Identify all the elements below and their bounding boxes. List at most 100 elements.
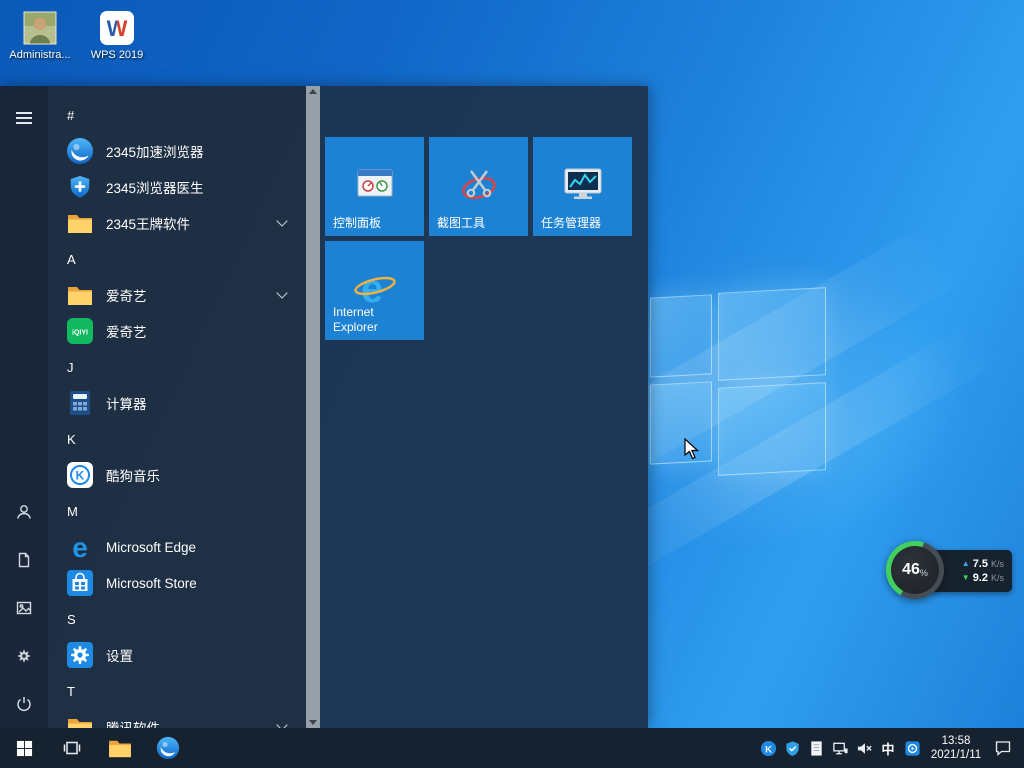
svg-text:W: W [107,16,128,41]
tile-internet-explorer[interactable]: e Internet Explorer [325,241,424,340]
taskbar: K [0,728,1024,768]
picture-icon [15,599,33,617]
section-letter: J [67,360,74,375]
kugou-tray-button[interactable]: K [756,728,780,768]
windows-logo-pane [718,287,826,381]
app-label: 2345王牌软件 [106,213,190,233]
store-icon [66,569,94,597]
power-button[interactable] [0,680,48,728]
2345-browser-button[interactable] [144,728,192,768]
file-explorer-button[interactable] [96,728,144,768]
app-section-header-hash[interactable]: # [48,97,306,133]
power-icon [15,695,33,713]
shield-plus-icon [66,173,94,201]
task-view-button[interactable] [48,728,96,768]
tile-label: Internet Explorer [333,305,418,335]
desktop[interactable]: Administra... W WPS 2019 [0,0,1024,768]
user-account-folder-icon [22,10,58,46]
app-item-2345-browser-doctor[interactable]: 2345浏览器医生 [48,169,306,205]
app-item-kugou-music[interactable]: K 酷狗音乐 [48,457,306,493]
folder-icon [66,713,94,728]
start-menu-app-list: # 2345加速浏览器 2345浏览器医生 [48,86,306,728]
chevron-down-icon [276,719,287,728]
section-letter: S [67,612,76,627]
snipping-tool-icon [456,161,502,207]
app-label: 腾讯软件 [106,717,160,728]
app-label: 爱奇艺 [106,321,147,341]
system-tray: K [756,728,1024,768]
scroll-up-icon[interactable] [309,89,317,94]
section-letter: A [67,252,76,267]
windows-logo-pane [718,382,826,476]
app-section-header-j[interactable]: J [48,349,306,385]
scroll-down-icon[interactable] [309,720,317,725]
app-section-header-k[interactable]: K [48,421,306,457]
app-item-calculator[interactable]: 计算器 [48,385,306,421]
action-center-button[interactable] [988,728,1018,768]
section-letter: T [67,684,75,699]
start-button[interactable] [0,728,48,768]
app-item-microsoft-store[interactable]: Microsoft Store [48,565,306,601]
documents-button[interactable] [0,536,48,584]
settings-button[interactable] [0,632,48,680]
app-item-settings[interactable]: 设置 [48,637,306,673]
download-speed-unit: K/s [991,573,1004,583]
svg-text:iQIYI: iQIYI [72,330,88,337]
network-tray-button[interactable] [828,728,852,768]
security-tray-button[interactable] [780,728,804,768]
user-account-button[interactable] [0,488,48,536]
app-list-scrollbar[interactable] [306,86,320,728]
app-section-header-s[interactable]: S [48,601,306,637]
windows-logo-icon [16,740,33,757]
folder-item-tencent-software[interactable]: 腾讯软件 [48,709,306,728]
tile-task-manager[interactable]: 任务管理器 [533,137,632,236]
windows-logo-pane [650,294,712,377]
iqiyi-icon: iQIYI [66,317,94,345]
svg-text:K: K [765,744,772,755]
desktop-icon-administrator[interactable]: Administra... [4,10,76,62]
task-manager-icon [560,161,606,207]
app-tray-button[interactable] [900,728,924,768]
desktop-icon-wps-2019[interactable]: W WPS 2019 [81,10,153,62]
speed-monitor-widget[interactable]: ▲ 7.5 K/s ▼ 9.2 K/s 46 % [886,541,1012,601]
ime-indicator[interactable]: 中 [876,728,900,768]
app-section-header-t[interactable]: T [48,673,306,709]
tile-control-panel[interactable]: 控制面板 [325,137,424,236]
control-panel-icon [352,161,398,207]
start-menu-tiles: 控制面板 截图工具 [320,86,648,728]
app-label: Microsoft Edge [106,540,196,555]
expand-menu-button[interactable] [0,94,48,142]
settings-gear-icon [66,641,94,669]
action-center-icon [994,739,1012,757]
desktop-icon-label: Administra... [4,49,76,62]
app-section-header-m[interactable]: M [48,493,306,529]
chevron-down-icon [276,215,287,226]
upload-arrow-icon: ▲ [962,560,970,568]
app-item-2345-browser[interactable]: 2345加速浏览器 [48,133,306,169]
folder-icon [66,209,94,237]
pictures-button[interactable] [0,584,48,632]
app-label: 设置 [106,645,133,665]
start-menu: # 2345加速浏览器 2345浏览器医生 [0,86,648,728]
app-item-iqiyi[interactable]: iQIYI 爱奇艺 [48,313,306,349]
download-speed-value: 9.2 [973,572,988,584]
taskbar-clock[interactable]: 13:58 2021/1/11 [924,728,988,768]
svg-text:K: K [76,469,85,483]
volume-tray-button[interactable] [852,728,876,768]
notepad-tray-button[interactable] [804,728,828,768]
document-icon [15,551,33,569]
usage-gauge-readout: 46 % [891,546,939,594]
app-label: 2345浏览器医生 [106,177,204,197]
start-menu-rail [0,86,48,728]
app-label: 2345加速浏览器 [106,141,204,161]
user-icon [15,503,33,521]
app-section-header-a[interactable]: A [48,241,306,277]
folder-item-2345-software[interactable]: 2345王牌软件 [48,205,306,241]
ime-label: 中 [881,739,894,758]
tile-snipping-tool[interactable]: 截图工具 [429,137,528,236]
task-view-icon [62,738,82,758]
app-item-microsoft-edge[interactable]: e Microsoft Edge [48,529,306,565]
usage-gauge[interactable]: 46 % [886,541,944,599]
app-label: Microsoft Store [106,576,197,591]
folder-item-iqiyi[interactable]: 爱奇艺 [48,277,306,313]
